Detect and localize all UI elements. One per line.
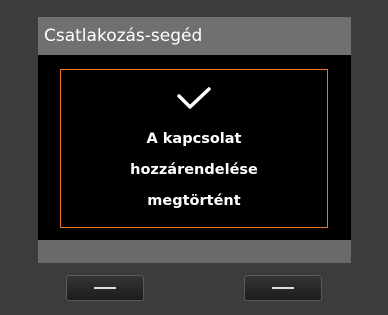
checkmark-icon <box>177 87 211 109</box>
right-softkey-button[interactable] <box>244 275 322 301</box>
content-area: A kapcsolat hozzárendelése megtörtént <box>38 55 351 240</box>
dash-icon <box>94 287 116 289</box>
message-line-2: hozzárendelése <box>130 162 258 178</box>
confirmation-message: A kapcsolat hozzárendelése megtörtént <box>61 124 327 217</box>
phone-device: Csatlakozás-segéd A kapcsolat hozzárende… <box>0 0 388 315</box>
screen-title: Csatlakozás-segéd <box>38 17 351 55</box>
confirmation-dialog: A kapcsolat hozzárendelése megtörtént <box>60 69 328 228</box>
dash-icon <box>272 287 294 289</box>
message-line-1: A kapcsolat <box>146 131 242 147</box>
message-line-3: megtörtént <box>147 193 241 209</box>
left-softkey-button[interactable] <box>66 275 144 301</box>
display-screen: Csatlakozás-segéd A kapcsolat hozzárende… <box>38 17 351 263</box>
softkey-label-bar <box>38 240 351 263</box>
